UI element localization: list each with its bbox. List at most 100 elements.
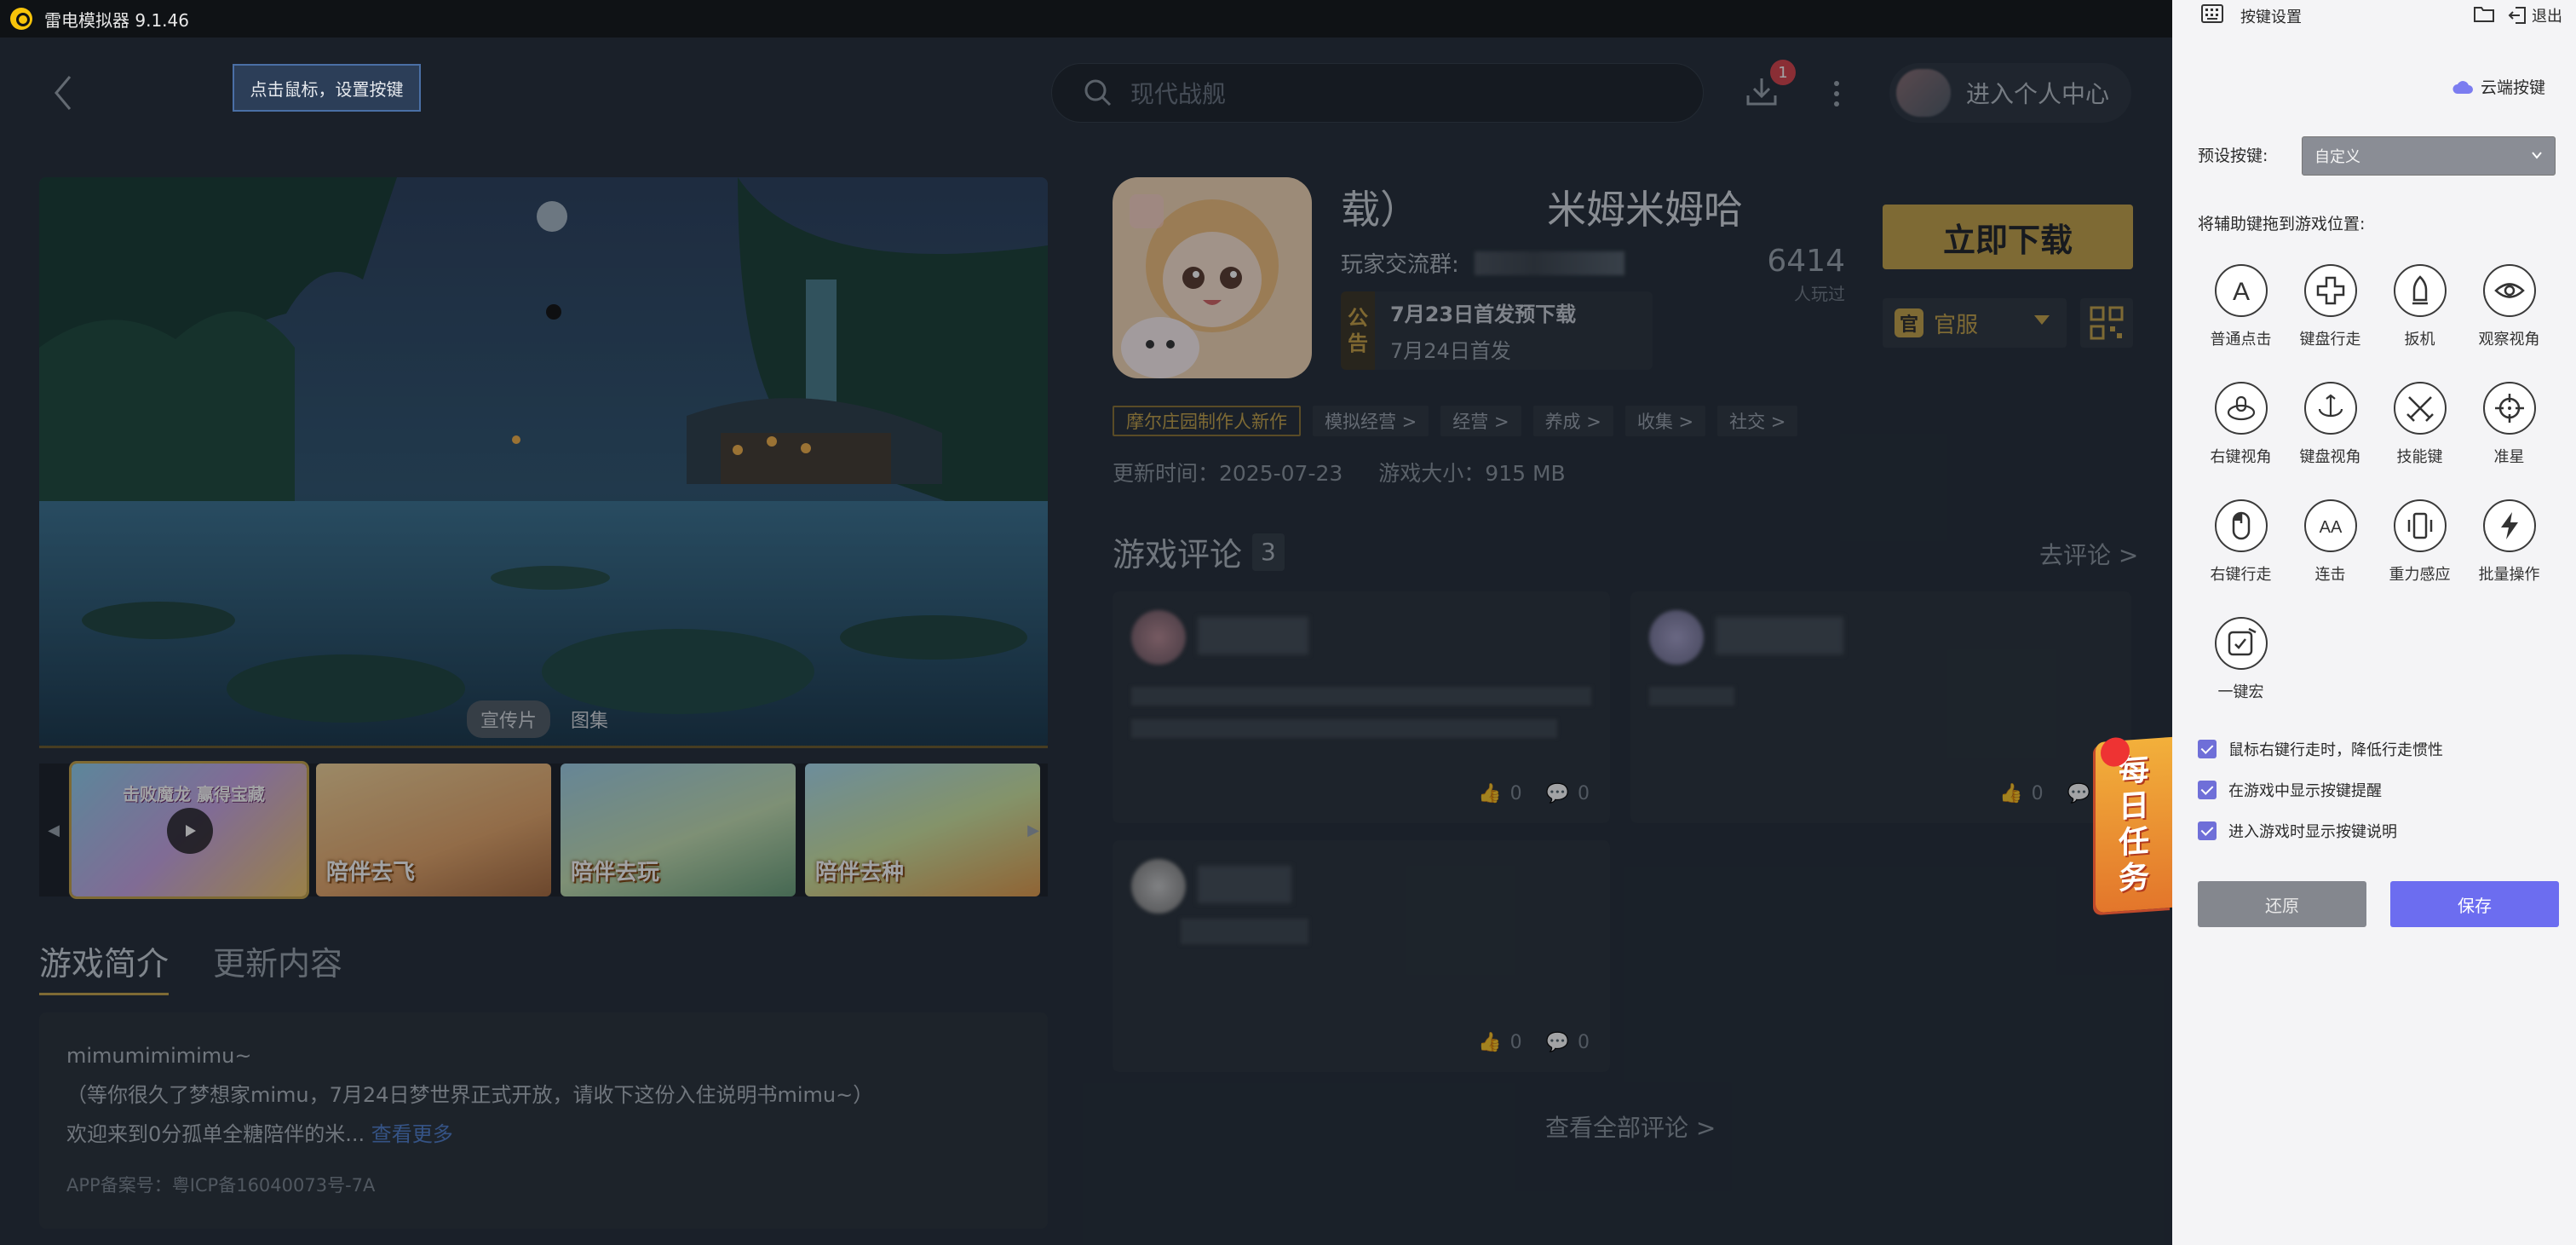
players-count: 6414	[1767, 244, 1845, 279]
key-gravity[interactable]: 重力感应	[2375, 499, 2464, 585]
reviews-count: 3	[1252, 533, 1285, 571]
tab-updates[interactable]: 更新内容	[213, 937, 342, 995]
tag-item[interactable]: 养成 >	[1532, 406, 1613, 436]
key-batch[interactable]: 批量操作	[2464, 499, 2554, 585]
key-right-walk[interactable]: 右键行走	[2196, 499, 2286, 585]
chevron-left-icon	[55, 76, 72, 110]
folder-icon[interactable]	[2474, 5, 2494, 22]
like-button[interactable]: 👍 0	[1478, 1032, 1521, 1053]
thumbs-prev-button[interactable]: ◀	[39, 764, 68, 896]
review-card[interactable]: 👍0 💬0	[1113, 840, 1610, 1072]
profile-button[interactable]: 进入个人中心	[1889, 63, 2131, 123]
thumbs-next-button[interactable]: ▶	[1019, 764, 1048, 896]
thumbnail-item[interactable]: 陪伴去飞	[316, 764, 551, 896]
exit-label: 退出	[2532, 8, 2562, 26]
comment-button[interactable]: 💬0	[1546, 783, 1590, 804]
key-tap[interactable]: A 普通点击	[2196, 264, 2286, 349]
search-icon	[1084, 79, 1112, 107]
server-select[interactable]: 官 官服	[1883, 298, 2067, 348]
view-all-reviews-link[interactable]: 查看全部评论 >	[1545, 1110, 1716, 1144]
review-card[interactable]: 👍0 💬0	[1630, 591, 2131, 823]
review-card[interactable]: 👍0 💬0	[1113, 591, 1610, 823]
key-label: 批量操作	[2478, 566, 2540, 584]
tag-item[interactable]: 收集 >	[1624, 406, 1706, 436]
key-label: 右键视角	[2210, 448, 2272, 466]
macro-icon	[2228, 627, 2257, 656]
notice-line-2: 7月24日首发	[1390, 339, 1511, 363]
thumbnail-caption: 陪伴去飞	[326, 860, 416, 885]
tag-item[interactable]: 模拟经营 >	[1313, 406, 1429, 436]
tag-item[interactable]: 经营 >	[1440, 406, 1521, 436]
thumbnail-item[interactable]: 陪伴去玩	[561, 764, 796, 896]
swords-icon	[2406, 396, 2434, 422]
key-label: 右键行走	[2210, 566, 2272, 584]
checkbox-show-key-guide[interactable]: 进入游戏时显示按键说明	[2198, 820, 2397, 842]
hero-media[interactable]	[39, 177, 1048, 748]
preset-select[interactable]: 自定义	[2302, 136, 2556, 176]
checkbox-show-key-hints[interactable]: 在游戏中显示按键提醒	[2198, 779, 2382, 801]
comment-count: 0	[1578, 1032, 1590, 1053]
tab-intro[interactable]: 游戏简介	[39, 937, 170, 995]
key-observe[interactable]: 观察视角	[2464, 264, 2554, 349]
checkbox-reduce-inertia[interactable]: 鼠标右键行走时，降低行走惯性	[2198, 738, 2443, 760]
qr-code-button[interactable]	[2080, 298, 2133, 348]
reviewer-name-blurred	[1716, 617, 1843, 654]
search-input[interactable]: 现代战舰	[1051, 63, 1704, 123]
thumbnail-item[interactable]: 陪伴去种	[805, 764, 1040, 896]
key-crosshair[interactable]: 准星	[2464, 382, 2554, 467]
key-macro[interactable]: 一键宏	[2196, 617, 2286, 702]
thumbs-up-icon: 👍	[1999, 783, 2023, 804]
key-trigger[interactable]: 扳机	[2375, 264, 2464, 349]
checkbox-label: 鼠标右键行走时，降低行走惯性	[2228, 741, 2443, 759]
icp-record: APP备案号：粤ICP备16040073号-7A	[66, 1175, 376, 1196]
write-review-link[interactable]: 去评论 >	[2039, 537, 2138, 571]
key-skill[interactable]: 技能键	[2375, 382, 2464, 467]
checkbox-checked-icon	[2198, 821, 2217, 840]
checkbox-checked-icon	[2198, 740, 2217, 758]
more-menu-button[interactable]	[1828, 78, 1845, 109]
game-icon	[1113, 177, 1312, 378]
checkbox-label: 在游戏中显示按键提醒	[2228, 782, 2382, 800]
review-actions: 👍0 💬0	[1478, 783, 1590, 804]
key-keyboard-view[interactable]: 键盘视角	[2286, 382, 2375, 467]
download-now-button[interactable]: 立即下载	[1883, 205, 2133, 269]
intro-line: （等你很久了梦想家mimu，7月24日梦世界正式开放，请收下这份入住说明书mim…	[66, 1083, 874, 1107]
thumbnail-item[interactable]: 击败魔龙 赢得宝藏	[69, 761, 309, 899]
key-label: 技能键	[2396, 448, 2443, 466]
key-dpad[interactable]: 键盘行走	[2286, 264, 2375, 349]
thumbs-up-icon: 👍	[1478, 783, 1502, 804]
comment-button[interactable]: 💬0	[1546, 1032, 1590, 1053]
key-label: 连击	[2314, 566, 2346, 584]
notice-line-1: 7月23日首发预下载	[1390, 303, 1577, 326]
notice-card[interactable]: 公告 7月23日首发预下载 7月24日首发	[1341, 291, 1653, 370]
crosshair-icon	[2494, 394, 2524, 423]
tag-producer[interactable]: 摩尔庄园制作人新作	[1113, 406, 1301, 436]
key-right-view[interactable]: 右键视角	[2196, 382, 2286, 467]
thumbnail-caption: 击败魔龙 赢得宝藏	[123, 784, 265, 804]
see-more-link[interactable]: 查看更多	[371, 1122, 453, 1146]
review-text-blurred	[1131, 719, 1557, 738]
dpad-icon	[2316, 276, 2344, 305]
mouse-icon	[2232, 511, 2250, 540]
app-title: 雷电模拟器 9.1.46	[44, 9, 189, 31]
tag-item[interactable]: 社交 >	[1717, 406, 1798, 436]
like-button[interactable]: 👍 0	[1478, 783, 1521, 804]
game-title-prefix: 载）	[1341, 187, 1419, 233]
back-button[interactable]	[48, 72, 82, 114]
review-text-blurred	[1649, 687, 1734, 706]
comment-icon: 💬	[1545, 1032, 1569, 1053]
key-label: 扳机	[2404, 331, 2435, 349]
tab-gallery[interactable]: 图集	[557, 700, 622, 738]
intro-line: 欢迎来到0分孤单全糖陪伴的米... 查看更多	[66, 1115, 1021, 1154]
game-title-main: 米姆米姆哈	[1547, 187, 1741, 233]
key-combo[interactable]: AA 连击	[2286, 499, 2375, 585]
exit-button[interactable]: 退出	[2508, 4, 2562, 26]
like-button[interactable]: 👍 0	[1999, 783, 2043, 804]
cloud-keys-button[interactable]: 云端按键	[2452, 75, 2545, 98]
tab-trailer[interactable]: 宣传片	[467, 700, 551, 738]
game-title: 载） 米姆米姆哈	[1341, 179, 1741, 235]
restore-button[interactable]: 还原	[2198, 881, 2366, 927]
game-detail-page: 现代战舰 1 进入个人中心 宣传片 图集 ◀ 击败魔龙 赢得宝藏 陪伴去飞 陪伴…	[0, 37, 2172, 1245]
save-button[interactable]: 保存	[2390, 881, 2559, 927]
daily-task-button[interactable]: 每 日 任 务	[2096, 736, 2172, 914]
